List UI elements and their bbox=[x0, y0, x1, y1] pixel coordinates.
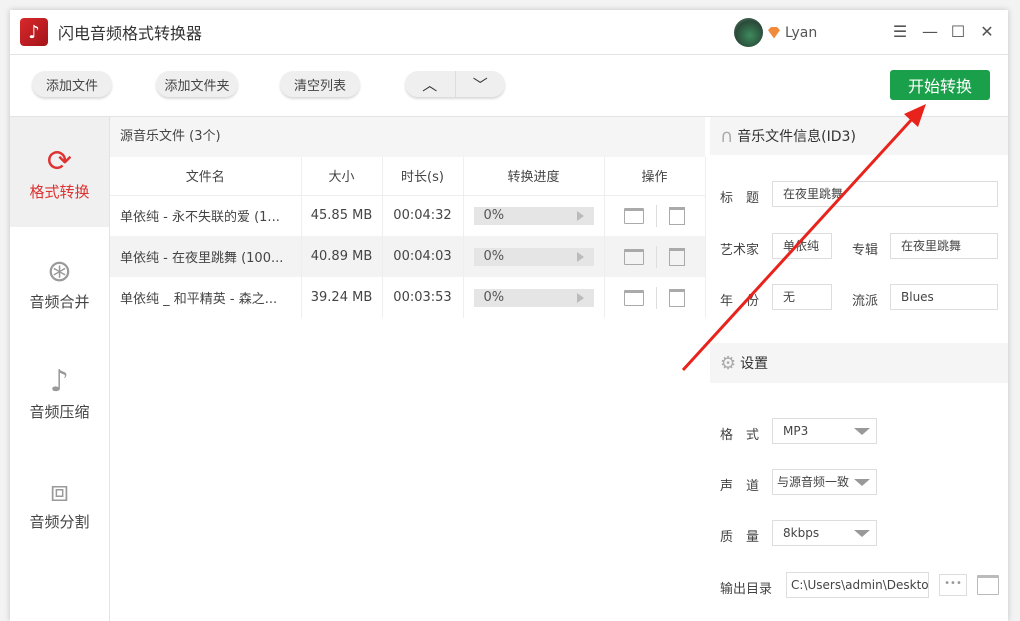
menu-icon[interactable]: ☰ bbox=[890, 22, 910, 41]
toolbar: 添加文件 添加文件夹 清空列表 ︿ ﹀ 开始转换 bbox=[10, 55, 1008, 117]
title-label: 标 题 bbox=[720, 191, 760, 206]
title-bar: ♪ 闪电音频格式转换器 Lyan ☰ — ☐ ✕ bbox=[10, 10, 1008, 55]
open-output-folder-icon[interactable] bbox=[977, 575, 999, 595]
sidebar-item-label: 格式转换 bbox=[29, 182, 90, 201]
file-name: 单依纯 - 永不失联的爱 (1... bbox=[110, 195, 302, 236]
maximize-icon[interactable]: ☐ bbox=[948, 22, 968, 41]
sidebar-item-label: 音频分割 bbox=[29, 512, 90, 531]
vip-badge-icon bbox=[768, 26, 780, 39]
app-logo-icon: ♪ bbox=[20, 18, 48, 46]
file-size: 40.89 MB bbox=[301, 236, 383, 277]
sidebar-item-label: 音频压缩 bbox=[29, 402, 90, 421]
table-row[interactable]: 单依纯 - 永不失联的爱 (1... 45.85 MB 00:04:32 0% bbox=[110, 195, 706, 236]
title-field[interactable]: 在夜里跳舞 bbox=[772, 181, 998, 207]
gear-icon: ⚙ bbox=[720, 352, 737, 374]
move-up-button[interactable]: ︿ bbox=[405, 71, 456, 97]
file-size: 39.24 MB bbox=[301, 277, 383, 318]
format-label: 格 式 bbox=[720, 428, 760, 443]
merge-icon: ⊛ bbox=[46, 253, 73, 289]
headphones-icon: ∩ bbox=[720, 125, 734, 147]
artist-field[interactable]: 单依纯 bbox=[772, 233, 832, 259]
file-name: 单依纯 - 在夜里跳舞 (100... bbox=[110, 236, 302, 277]
column-header: 转换进度 bbox=[463, 157, 605, 196]
add-folder-button[interactable]: 添加文件夹 bbox=[156, 71, 238, 97]
file-duration: 00:03:53 bbox=[382, 277, 464, 318]
year-field[interactable]: 无 bbox=[772, 284, 832, 310]
refresh-icon: ⟳ bbox=[46, 143, 73, 179]
browse-button[interactable]: ••• bbox=[939, 574, 967, 596]
open-folder-icon[interactable] bbox=[624, 289, 644, 306]
delete-icon[interactable] bbox=[669, 206, 685, 225]
sidebar-item-audio-compress[interactable]: ♪ 音频压缩 bbox=[10, 337, 109, 447]
artist-label: 艺术家 bbox=[720, 243, 760, 258]
split-icon: ⧈ bbox=[49, 473, 70, 509]
quality-select[interactable]: 8kbps bbox=[772, 520, 877, 546]
genre-label: 流派 bbox=[852, 294, 879, 309]
year-label: 年 份 bbox=[720, 294, 760, 309]
clear-list-button[interactable]: 清空列表 bbox=[280, 71, 360, 97]
sidebar-item-format-convert[interactable]: ⟳ 格式转换 bbox=[10, 117, 109, 227]
file-size: 45.85 MB bbox=[301, 195, 383, 236]
sidebar: ⟳ 格式转换 ⊛ 音频合并 ♪ 音频压缩 ⧈ 音频分割 bbox=[10, 117, 110, 621]
user-account[interactable]: Lyan bbox=[734, 18, 817, 47]
sidebar-item-audio-split[interactable]: ⧈ 音频分割 bbox=[10, 447, 109, 557]
table-row[interactable]: 单依纯 - 在夜里跳舞 (100... 40.89 MB 00:04:03 0% bbox=[110, 236, 706, 277]
avatar[interactable] bbox=[734, 18, 763, 47]
format-select[interactable]: MP3 bbox=[772, 418, 877, 444]
delete-icon[interactable] bbox=[669, 288, 685, 307]
column-header: 操作 bbox=[604, 157, 706, 196]
quality-label: 质 量 bbox=[720, 530, 760, 545]
add-file-button[interactable]: 添加文件 bbox=[32, 71, 112, 97]
column-header: 大小 bbox=[301, 157, 383, 196]
app-title: 闪电音频格式转换器 bbox=[58, 24, 203, 43]
minimize-icon[interactable]: — bbox=[920, 22, 940, 41]
progress-bar: 0% bbox=[473, 288, 594, 307]
sidebar-item-audio-merge[interactable]: ⊛ 音频合并 bbox=[10, 227, 109, 337]
output-label: 输出目录 bbox=[720, 582, 773, 597]
info-panel: ∩ 音乐文件信息(ID3) 标 题 在夜里跳舞 艺术家 单依纯 专辑 在夜里跳舞 … bbox=[710, 117, 1008, 621]
channel-select[interactable]: 与源音频一致 bbox=[772, 469, 877, 495]
id3-header: ∩ 音乐文件信息(ID3) bbox=[710, 117, 1008, 155]
column-header: 文件名 bbox=[110, 157, 302, 196]
sidebar-item-label: 音频合并 bbox=[29, 292, 90, 311]
file-name: 单依纯 _ 和平精英 - 森之... bbox=[110, 277, 302, 318]
channel-label: 声 道 bbox=[720, 479, 760, 494]
open-folder-icon[interactable] bbox=[624, 207, 644, 224]
username[interactable]: Lyan bbox=[785, 25, 817, 41]
reorder-buttons: ︿ ﹀ bbox=[405, 71, 505, 97]
file-duration: 00:04:32 bbox=[382, 195, 464, 236]
table-header: 文件名 大小 时长(s) 转换进度 操作 bbox=[110, 157, 706, 196]
progress-bar: 0% bbox=[473, 247, 594, 266]
column-header: 时长(s) bbox=[382, 157, 464, 196]
file-table: 文件名 大小 时长(s) 转换进度 操作 单依纯 - 永不失联的爱 (1... … bbox=[110, 157, 706, 318]
id3-header-label: 音乐文件信息(ID3) bbox=[737, 129, 856, 145]
delete-icon[interactable] bbox=[669, 247, 685, 266]
move-down-button[interactable]: ﹀ bbox=[456, 71, 506, 97]
close-icon[interactable]: ✕ bbox=[977, 22, 997, 41]
output-path-field[interactable]: C:\Users\admin\Desktop bbox=[786, 572, 929, 598]
genre-field[interactable]: Blues bbox=[890, 284, 998, 310]
file-list-panel: 源音乐文件 (3个) 文件名 大小 时长(s) 转换进度 操作 单依纯 - 永不… bbox=[110, 117, 706, 621]
music-note-icon: ♪ bbox=[49, 363, 70, 399]
settings-header-label: 设置 bbox=[740, 356, 769, 372]
progress-bar: 0% bbox=[473, 206, 594, 225]
file-duration: 00:04:03 bbox=[382, 236, 464, 277]
table-row[interactable]: 单依纯 _ 和平精英 - 森之... 39.24 MB 00:03:53 0% bbox=[110, 277, 706, 318]
settings-header: ⚙ 设置 bbox=[710, 343, 1008, 383]
start-convert-button[interactable]: 开始转换 bbox=[890, 70, 990, 100]
album-field[interactable]: 在夜里跳舞 bbox=[890, 233, 998, 259]
album-label: 专辑 bbox=[852, 243, 879, 258]
source-files-header: 源音乐文件 (3个) bbox=[110, 117, 705, 157]
app-window: ♪ 闪电音频格式转换器 Lyan ☰ — ☐ ✕ 添加文件 添加文件夹 清空列表… bbox=[10, 10, 1008, 621]
open-folder-icon[interactable] bbox=[624, 248, 644, 265]
